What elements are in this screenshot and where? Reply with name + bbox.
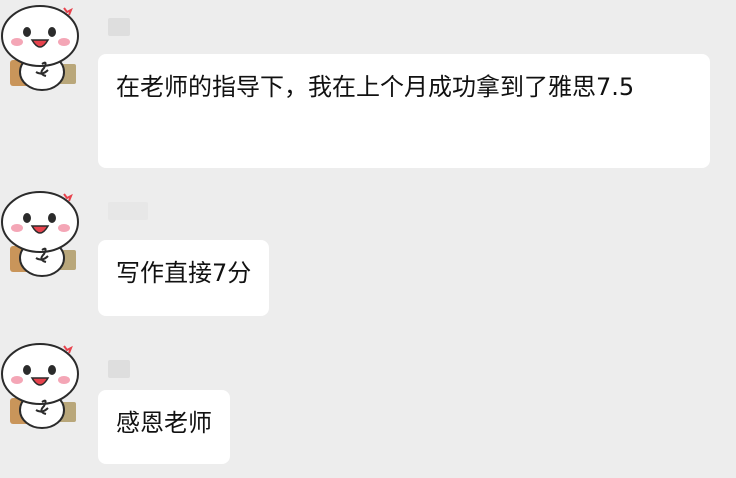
message-bubble[interactable]: 感恩老师 bbox=[98, 390, 230, 464]
sender-avatar[interactable] bbox=[0, 188, 90, 280]
message-text: 写作直接7分 bbox=[116, 259, 252, 287]
message-bubble[interactable]: 在老师的指导下，我在上个月成功拿到了雅思7.5 bbox=[98, 54, 710, 168]
sender-name-placeholder bbox=[108, 202, 148, 220]
cartoon-face-avatar-icon bbox=[1, 343, 79, 429]
message-text: 在老师的指导下，我在上个月成功拿到了雅思7.5 bbox=[116, 73, 635, 101]
cartoon-face-avatar-icon bbox=[1, 5, 79, 91]
sender-avatar[interactable] bbox=[0, 340, 90, 432]
message-text: 感恩老师 bbox=[116, 409, 212, 437]
message-bubble[interactable]: 写作直接7分 bbox=[98, 240, 270, 316]
cartoon-face-avatar-icon bbox=[1, 191, 79, 277]
sender-name-placeholder bbox=[108, 18, 130, 36]
sender-name-placeholder bbox=[108, 360, 130, 378]
sender-avatar[interactable] bbox=[0, 2, 90, 94]
chat-view: 在老师的指导下，我在上个月成功拿到了雅思7.5 写作直接7分 感恩老师 bbox=[0, 0, 736, 478]
